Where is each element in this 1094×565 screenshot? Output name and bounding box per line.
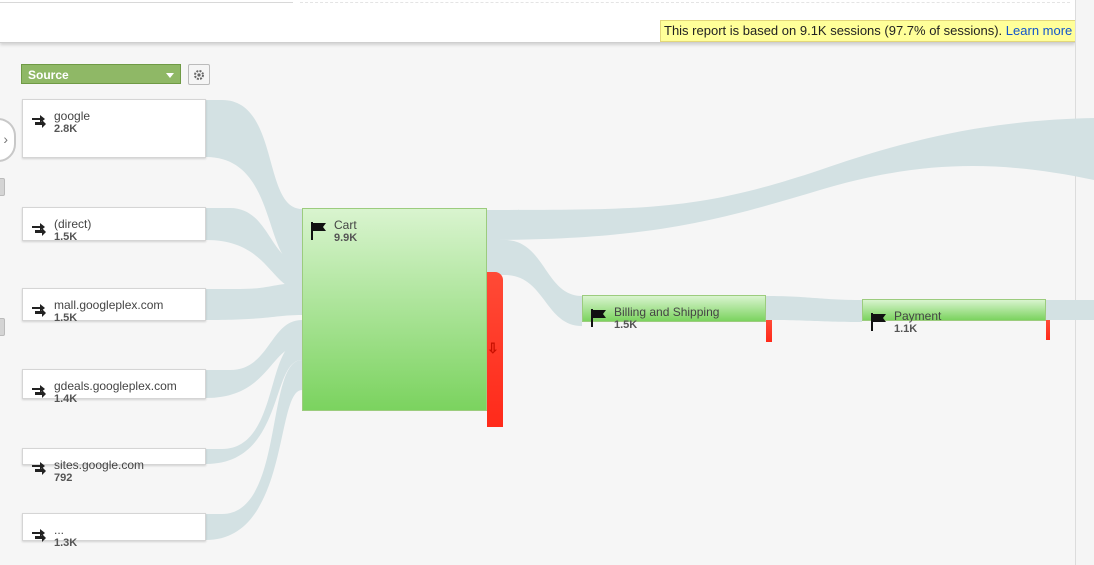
- source-node-direct[interactable]: (direct) 1.5K: [22, 207, 206, 243]
- side-tab-lower[interactable]: [0, 318, 5, 336]
- step-count: 9.9K: [334, 232, 358, 244]
- source-name: google: [54, 109, 91, 123]
- step-node-billing-shipping[interactable]: Billing and Shipping 1.5K: [582, 295, 766, 331]
- flow-diagram: [206, 100, 1094, 540]
- source-node-gdeals[interactable]: gdeals.googleplex.com 1.4K: [22, 369, 206, 405]
- source-count: 1.3K: [54, 537, 78, 549]
- source-count: 1.5K: [54, 312, 78, 324]
- step-count: 1.1K: [894, 323, 918, 335]
- chevron-down-icon: [166, 73, 174, 78]
- dimension-dropdown[interactable]: Source: [21, 64, 181, 84]
- gear-icon: [194, 69, 204, 80]
- dimension-dropdown-label: Source: [28, 68, 69, 82]
- step-name: Payment: [894, 309, 942, 323]
- flow-payment-to-next[interactable]: [1046, 300, 1094, 320]
- step-node-cart[interactable]: Cart 9.9K: [302, 208, 487, 411]
- source-count: 1.4K: [54, 393, 78, 405]
- source-name: gdeals.googleplex.com: [54, 379, 177, 393]
- step-name: Cart: [334, 218, 357, 232]
- source-name: sites.google.com: [54, 458, 145, 472]
- entrance-arrow-icon: [32, 112, 46, 128]
- source-name: ...: [54, 523, 65, 537]
- source-node-mall[interactable]: mall.googleplex.com 1.5K: [22, 288, 206, 324]
- settings-button[interactable]: [188, 64, 210, 85]
- entrance-arrow-icon: [32, 301, 46, 317]
- source-name: (direct): [54, 217, 92, 231]
- dropoff-arrow-icon: ⇩: [487, 340, 499, 356]
- source-node-google[interactable]: google 2.8K: [22, 99, 206, 158]
- source-count: 2.8K: [54, 123, 78, 135]
- entrance-arrow-icon: [32, 526, 46, 542]
- flow-mall-to-cart[interactable]: [206, 283, 302, 320]
- side-tab-upper[interactable]: [0, 178, 5, 196]
- goal-flag-icon: [591, 309, 606, 327]
- flow-billing-to-payment[interactable]: [766, 296, 862, 322]
- source-count: 1.5K: [54, 231, 78, 243]
- step-node-payment[interactable]: Payment 1.1K: [862, 299, 1046, 335]
- flow-cart-to-exit[interactable]: [487, 118, 1094, 240]
- chevron-right-icon: ›: [3, 131, 8, 147]
- step-name: Billing and Shipping: [614, 305, 720, 319]
- source-node-sites[interactable]: sites.google.com 792: [22, 448, 206, 484]
- billing-dropoff-bar[interactable]: [766, 320, 772, 342]
- step-count: 1.5K: [614, 319, 638, 331]
- payment-dropoff-bar[interactable]: [1046, 320, 1050, 340]
- goal-flag-icon: [311, 222, 326, 240]
- entrance-arrow-icon: [32, 220, 46, 236]
- entrance-arrow-icon: [32, 382, 46, 398]
- entrance-arrow-icon: [32, 459, 46, 475]
- source-name: mall.googleplex.com: [54, 298, 164, 312]
- goal-flag-icon: [871, 313, 886, 331]
- source-node-other[interactable]: ... 1.3K: [22, 513, 206, 549]
- source-count: 792: [54, 472, 73, 484]
